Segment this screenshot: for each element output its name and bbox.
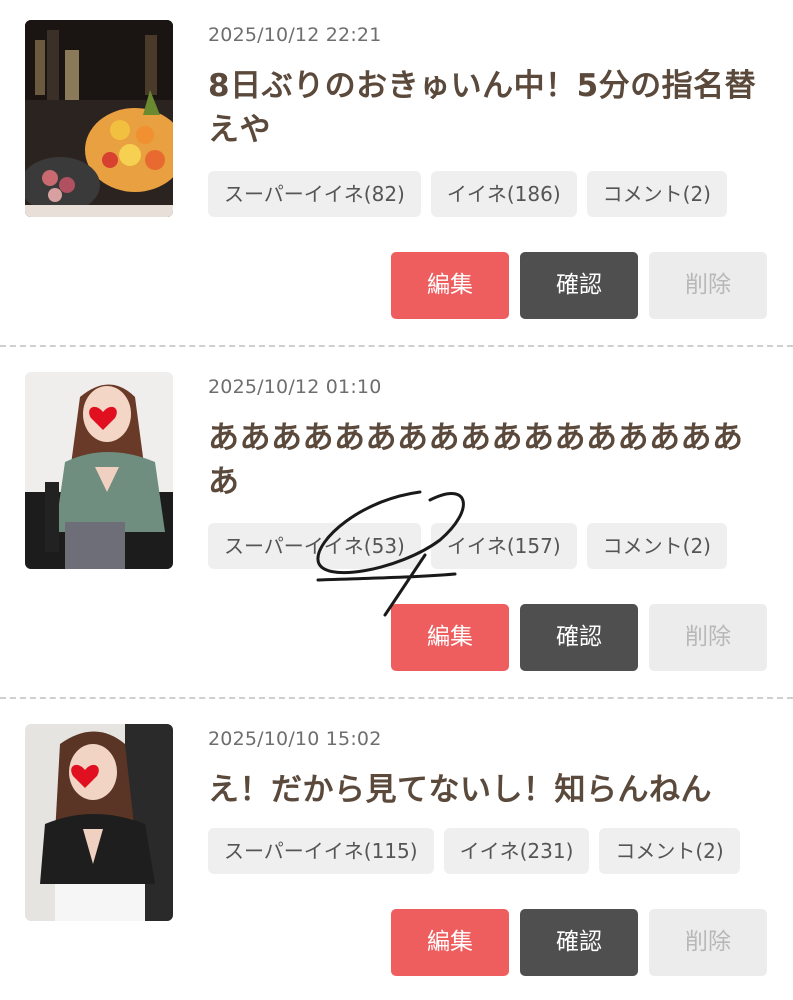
edit-button[interactable]: 編集 <box>391 604 509 671</box>
post-thumbnail[interactable] <box>25 20 173 217</box>
fruit-platter-image <box>25 20 173 217</box>
comment-count[interactable]: コメント(2) <box>599 828 740 874</box>
comment-count[interactable]: コメント(2) <box>586 171 727 217</box>
post-divider <box>0 697 793 699</box>
confirm-button[interactable]: 確認 <box>520 604 638 671</box>
super-like-count[interactable]: スーパーイイネ(82) <box>208 171 421 217</box>
post-title[interactable]: 8日ぶりのおきゅいん中！5分の指名替えや <box>208 64 768 152</box>
post-date: 2025/10/10 15:02 <box>208 728 382 750</box>
delete-button[interactable]: 削除 <box>649 909 767 976</box>
woman-black-top-image <box>25 724 173 921</box>
post-thumbnail[interactable] <box>25 724 173 921</box>
like-count[interactable]: イイネ(186) <box>430 171 577 217</box>
edit-button[interactable]: 編集 <box>391 909 509 976</box>
post-thumbnail[interactable] <box>25 372 173 569</box>
post-date: 2025/10/12 01:10 <box>208 376 382 398</box>
post-item: 2025/10/12 01:10 ああああああああああああああああああ スーパー… <box>0 352 793 704</box>
confirm-button[interactable]: 確認 <box>520 909 638 976</box>
like-count[interactable]: イイネ(231) <box>443 828 590 874</box>
post-title[interactable]: ああああああああああああああああああ <box>208 416 768 504</box>
delete-button[interactable]: 削除 <box>649 252 767 319</box>
post-divider <box>0 345 793 347</box>
super-like-count[interactable]: スーパーイイネ(115) <box>208 828 434 874</box>
like-count[interactable]: イイネ(157) <box>430 523 577 569</box>
post-date: 2025/10/12 22:21 <box>208 24 382 46</box>
delete-button[interactable]: 削除 <box>649 604 767 671</box>
post-title[interactable]: え！だから見てないし！知らんねん <box>208 768 768 812</box>
edit-button[interactable]: 編集 <box>391 252 509 319</box>
super-like-count[interactable]: スーパーイイネ(53) <box>208 523 421 569</box>
comment-count[interactable]: コメント(2) <box>586 523 727 569</box>
post-item: 2025/10/12 22:21 8日ぶりのおきゅいん中！5分の指名替えや スー… <box>0 0 793 352</box>
post-item: 2025/10/10 15:02 え！だから見てないし！知らんねん スーパーイイ… <box>0 704 793 1000</box>
confirm-button[interactable]: 確認 <box>520 252 638 319</box>
woman-green-top-image <box>25 372 173 569</box>
